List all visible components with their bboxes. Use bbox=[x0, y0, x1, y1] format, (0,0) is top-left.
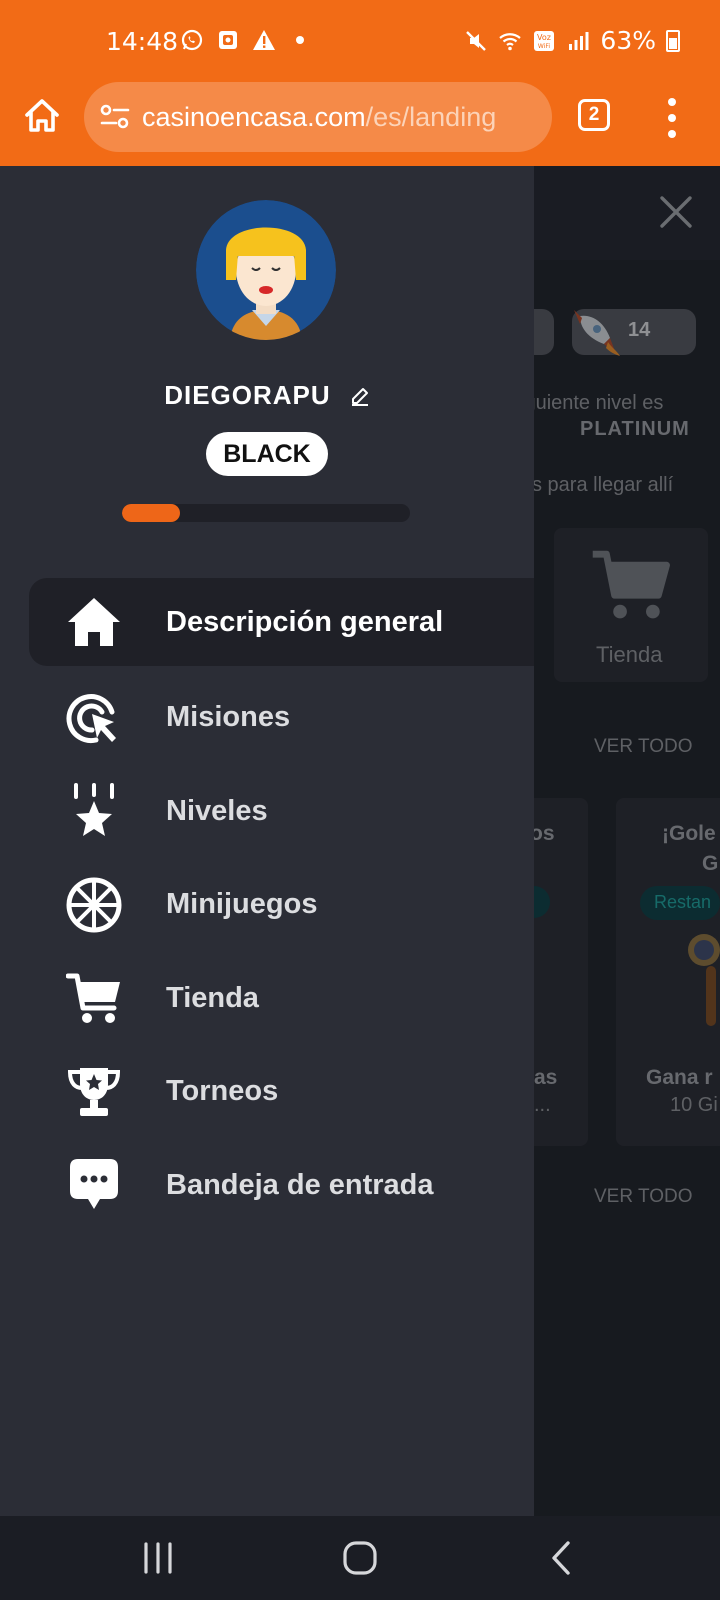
status-bar: 14:48 Voz WiFi 63% bbox=[0, 0, 720, 80]
status-time: 14:48 bbox=[106, 27, 179, 56]
url-text: casinoencasa.com/es/landing bbox=[142, 102, 496, 133]
recent-apps-icon[interactable] bbox=[138, 1538, 178, 1578]
cart-icon bbox=[66, 973, 120, 1024]
site-settings-icon[interactable] bbox=[100, 103, 130, 131]
dot-icon bbox=[296, 36, 304, 44]
url-domain: casinoencasa.com bbox=[142, 101, 366, 132]
whatsapp-icon bbox=[181, 29, 203, 51]
system-nav-bar bbox=[0, 1516, 720, 1600]
side-drawer: DIEGORAPU BLACK Descripción general Misi… bbox=[0, 166, 534, 1516]
url-path: /es/landing bbox=[365, 101, 497, 132]
nav-item-overview[interactable]: Descripción general bbox=[29, 578, 534, 666]
nav-item-minigames[interactable]: Minijuegos bbox=[0, 858, 534, 952]
browser-toolbar: casinoencasa.com/es/landing 2 bbox=[0, 80, 720, 166]
trophy-icon bbox=[67, 1067, 121, 1116]
edit-pencil-icon[interactable] bbox=[350, 386, 370, 406]
home-icon[interactable] bbox=[22, 96, 62, 136]
nav-item-levels[interactable]: Niveles bbox=[0, 765, 534, 859]
overflow-menu-icon[interactable] bbox=[666, 98, 678, 138]
level-progress-fill bbox=[122, 504, 180, 522]
nav-item-inbox[interactable]: Bandeja de entrada bbox=[0, 1139, 534, 1233]
target-cursor-icon bbox=[66, 693, 116, 743]
signal-icon bbox=[569, 31, 589, 50]
wheel-icon bbox=[66, 877, 122, 933]
nav-item-label: Torneos bbox=[166, 1075, 279, 1108]
svg-text:WiFi: WiFi bbox=[538, 43, 550, 50]
nav-item-missions[interactable]: Misiones bbox=[0, 671, 534, 765]
home-button-icon[interactable] bbox=[340, 1538, 380, 1578]
battery-icon bbox=[666, 29, 680, 52]
drawer-nav: Descripción general Misiones Niveles Min… bbox=[0, 578, 534, 1232]
address-bar[interactable]: casinoencasa.com/es/landing bbox=[84, 82, 552, 152]
username: DIEGORAPU bbox=[164, 380, 331, 410]
star-icon bbox=[74, 783, 114, 837]
back-icon[interactable] bbox=[542, 1538, 582, 1578]
nav-item-label: Misiones bbox=[166, 701, 291, 734]
mute-icon bbox=[466, 30, 487, 51]
tab-switcher-button[interactable]: 2 bbox=[578, 99, 610, 131]
photo-icon bbox=[219, 31, 237, 49]
nav-item-label: Niveles bbox=[166, 794, 268, 827]
level-progress-bar bbox=[122, 504, 410, 522]
nav-item-label: Bandeja de entrada bbox=[166, 1168, 434, 1201]
home-icon bbox=[68, 598, 120, 646]
warning-icon bbox=[253, 30, 275, 50]
nav-item-label: Tienda bbox=[166, 981, 259, 1014]
chat-icon bbox=[70, 1159, 118, 1210]
volte-icon: VozWiFi bbox=[534, 30, 555, 51]
nav-item-tournaments[interactable]: Torneos bbox=[0, 1045, 534, 1139]
nav-item-label: Descripción general bbox=[166, 605, 444, 638]
wifi-icon bbox=[499, 32, 522, 50]
battery-percent: 63% bbox=[600, 26, 656, 55]
nav-item-shop[interactable]: Tienda bbox=[0, 952, 534, 1046]
nav-item-label: Minijuegos bbox=[166, 888, 318, 921]
avatar[interactable] bbox=[196, 200, 336, 340]
level-badge: BLACK bbox=[206, 432, 328, 476]
svg-text:Voz: Voz bbox=[537, 33, 551, 42]
